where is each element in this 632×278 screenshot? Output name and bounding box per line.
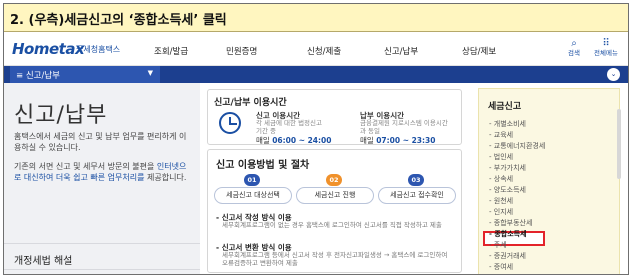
breadcrumb-label: ≡ 신고/납부 <box>16 71 60 81</box>
tax-item[interactable]: - 종합부동산세 <box>489 218 532 229</box>
tax-report-title: 세금신고 <box>488 102 522 112</box>
intro-description-2: 기존의 서면 신고 및 세무서 방문의 불편을 인터넷으로 대신하여 더욱 쉽고… <box>14 161 192 183</box>
breadcrumb-bar: ≡ 신고/납부 ▼ ⌄ <box>4 66 628 83</box>
instruction-caption: 2. (우측)세금신고의 ‘종합소득세’ 클릭 <box>4 4 628 32</box>
step-label: 세금신고 대상선택 <box>214 187 292 204</box>
step-label: 세금신고 진행 <box>296 187 374 204</box>
caret-down-icon: ▼ <box>147 69 153 77</box>
step-number: 03 <box>408 174 424 186</box>
method-convert-desc: 세무회계프로그램 등에서 신고서 작성 후 전자신고파일생성 → 홈택스에 로그… <box>222 251 448 267</box>
hours-box: 신고/납부 이용시간 신고 이용시간 각 세금에 대한 법정신고 기간 중 매일… <box>207 89 462 145</box>
tax-item[interactable]: - 인지세 <box>489 207 513 218</box>
step-number: 01 <box>244 174 260 186</box>
tax-item[interactable]: - 증권거래세 <box>489 251 526 262</box>
step-number: 02 <box>326 174 342 186</box>
nav-apply-submit[interactable]: 신청/제출 <box>307 45 341 57</box>
methods-title: 신고 이용방법 및 절차 <box>216 160 310 171</box>
search-icon: ⌕ <box>571 38 577 49</box>
hours-title: 신고/납부 이용시간 <box>214 98 287 108</box>
next-link-row <box>4 269 200 274</box>
intro-text-pre: 기존의 서면 신고 및 세무서 방문의 불편을 <box>14 162 157 171</box>
step-receipt-check[interactable]: 03 세금신고 접수확인 <box>378 174 456 206</box>
tax-item[interactable]: - 원천세 <box>489 196 513 207</box>
nav-consult-report[interactable]: 상담/제보 <box>462 45 496 57</box>
left-intro-panel: 신고/납부 홈택스에서 세금의 신고 및 납부 업무를 편리하게 이용하실 수 … <box>4 83 200 274</box>
full-menu-label: 전체메뉴 <box>594 49 618 57</box>
tax-item[interactable]: - 부가가치세 <box>489 163 526 174</box>
tax-item[interactable]: - 교통에너지환경세 <box>489 141 545 152</box>
intro-description: 홈택스에서 세금의 신고 및 납부 업무를 편리하게 이용하실 수 있습니다. <box>14 132 187 152</box>
tax-report-box: 세금신고 - 개별소비세 - 교육세 - 교통에너지환경세 - 법인세 - 부가가치세 -… <box>478 88 620 274</box>
report-hours-time: 매일 06:00 ~ 24:00 <box>256 135 331 146</box>
search-label: 검색 <box>568 49 580 57</box>
nav-civil-certificate[interactable]: 민원증명 <box>226 45 257 57</box>
logo-text: Hometax <box>12 40 85 58</box>
pay-hours-desc: 금융결제원 지로시스템 이용시간과 동일 <box>360 119 448 135</box>
grid-menu-icon: ⠿ <box>602 38 610 49</box>
center-panel: 신고/납부 이용시간 신고 이용시간 각 세금에 대한 법정신고 기간 중 매일… <box>200 83 468 274</box>
screenshot-frame: 2. (우측)세금신고의 ‘종합소득세’ 클릭 Hometax 국세청홈택스 조… <box>3 3 629 275</box>
pay-time-value: 07:00 ~ 23:30 <box>376 136 436 145</box>
step-report-progress[interactable]: 02 세금신고 진행 <box>296 174 374 206</box>
full-menu-button[interactable]: ⠿ 전체메뉴 <box>592 39 620 58</box>
tax-item[interactable]: - 법인세 <box>489 152 513 163</box>
tax-reform-link[interactable]: 개정세법 해설 <box>4 243 200 269</box>
clock-icon <box>219 112 241 134</box>
tax-item[interactable]: - 개별소비세 <box>489 119 526 130</box>
pay-day-label: 매일 <box>360 136 374 145</box>
right-panel: 세금신고 - 개별소비세 - 교육세 - 교통에너지환경세 - 법인세 - 부가가치세 -… <box>468 83 628 274</box>
nav-inquiry-issue[interactable]: 조회/발급 <box>154 45 188 57</box>
report-hours-desc: 각 세금에 대한 법정신고 기간 중 <box>256 119 322 135</box>
nav-report-pay[interactable]: 신고/납부 <box>384 45 418 57</box>
tax-item[interactable]: - 양도소득세 <box>489 185 526 196</box>
methods-box: 신고 이용방법 및 절차 01 세금신고 대상선택 02 세금신고 진행 03 … <box>207 149 462 273</box>
report-day-label: 매일 <box>256 136 270 145</box>
report-time-value: 06:00 ~ 24:00 <box>272 136 332 145</box>
scrollbar-thumb[interactable] <box>617 109 621 179</box>
intro-text-post: 제공합니다. <box>144 173 187 182</box>
step-select-target[interactable]: 01 세금신고 대상선택 <box>214 174 292 206</box>
site-header: Hometax 국세청홈택스 조회/발급 민원증명 신청/제출 신고/납부 상담… <box>4 33 628 66</box>
tax-item[interactable]: - 교육세 <box>489 130 513 141</box>
search-button[interactable]: ⌕ 검색 <box>560 39 588 58</box>
tax-item[interactable]: - 주세 <box>489 240 507 251</box>
hometax-logo[interactable]: Hometax <box>12 40 85 58</box>
page-title: 신고/납부 <box>14 103 108 128</box>
method-write-desc: 세무회계프로그램이 없는 경우 홈택스에 로그인하여 신고서를 직접 작성하고 … <box>222 221 442 229</box>
tax-item[interactable]: - 증여세 <box>489 262 513 273</box>
pay-hours-time: 매일 07:00 ~ 23:30 <box>360 135 435 146</box>
tax-item[interactable]: - 상속세 <box>489 174 513 185</box>
step-label: 세금신고 접수확인 <box>378 187 456 204</box>
breadcrumb-dropdown[interactable]: ≡ 신고/납부 ▼ <box>10 66 160 83</box>
tax-item-comprehensive-income[interactable]: - 종합소득세 <box>489 229 527 240</box>
chevron-down-icon[interactable]: ⌄ <box>607 68 620 81</box>
logo-subtitle: 국세청홈택스 <box>76 45 121 54</box>
